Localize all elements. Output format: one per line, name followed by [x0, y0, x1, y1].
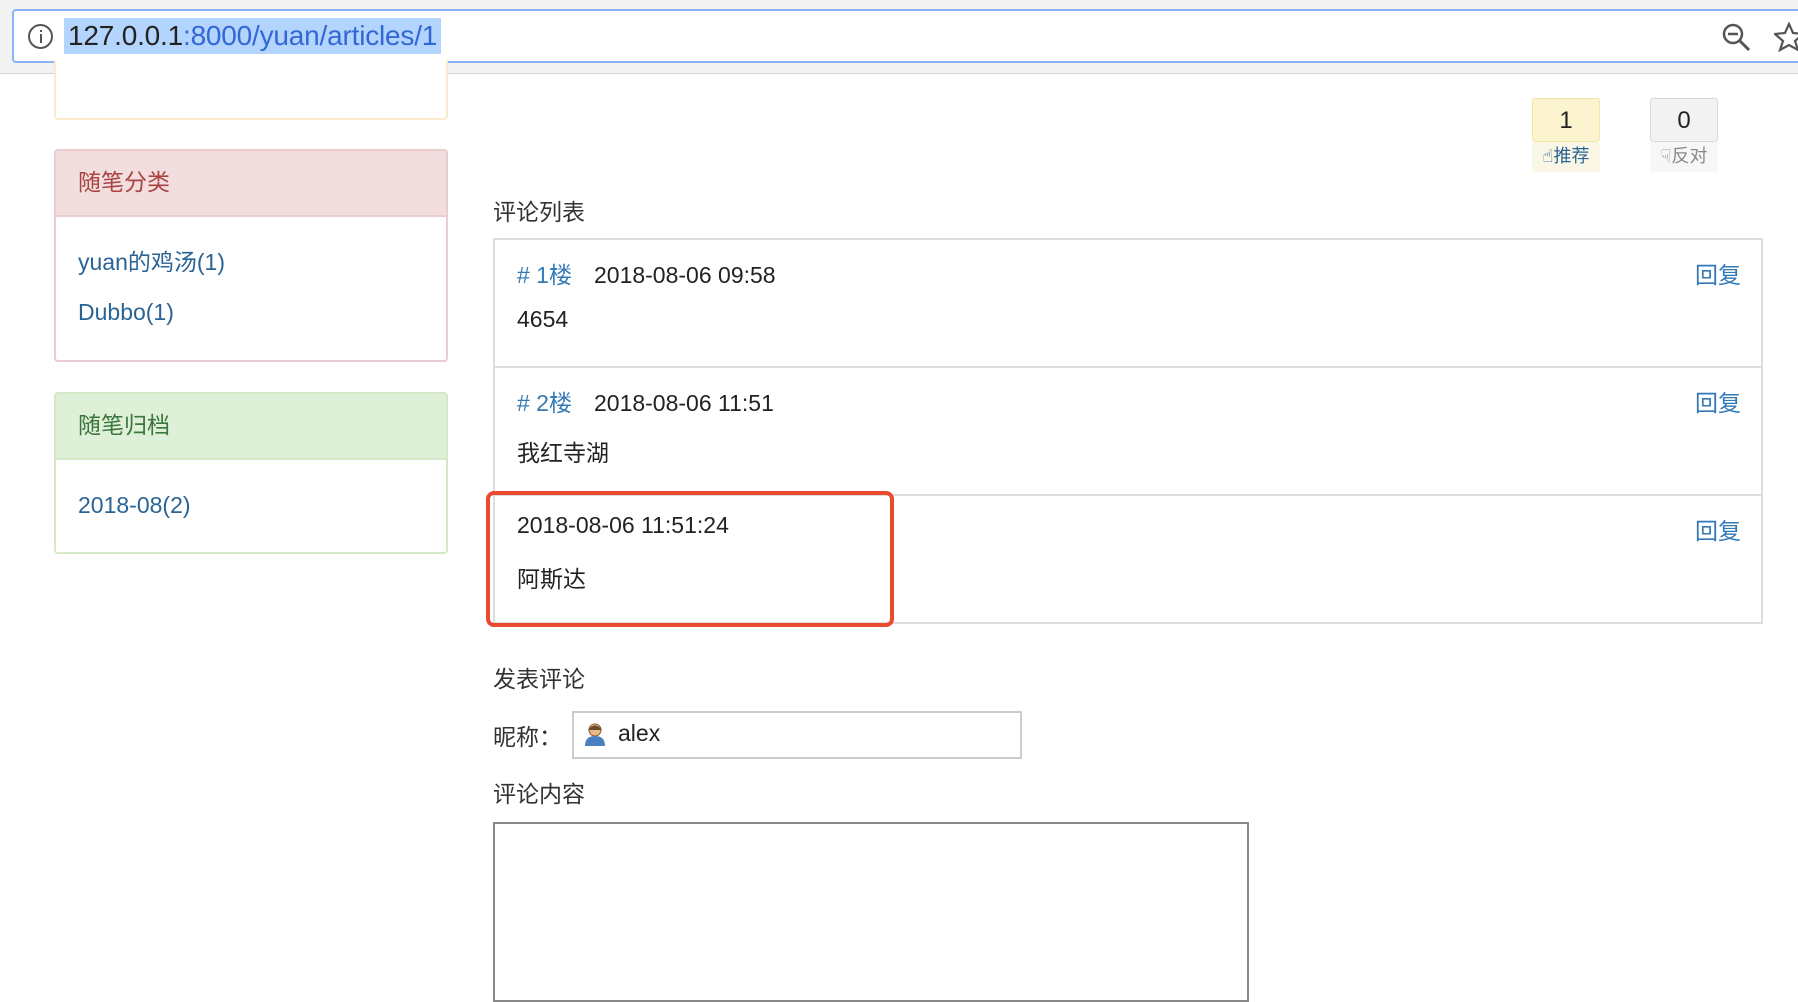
comment-time: 2018-08-06 11:51: [593, 390, 774, 416]
comment-item: 2018-08-06 11:51:24 回复 阿斯达: [493, 494, 1763, 624]
oppose-text: 反对: [1671, 146, 1708, 167]
info-icon[interactable]: [28, 24, 53, 49]
comment-time: 2018-08-06 11:51:24: [517, 512, 729, 538]
reply-button[interactable]: 回复: [1695, 512, 1741, 546]
category-panel: 随笔分类 yuan的鸡汤(1) Dubbo(1): [54, 149, 448, 362]
user-icon: [585, 723, 605, 746]
thumbs-down-icon: ☟: [1660, 146, 1672, 167]
archive-panel: 随笔归档 2018-08(2): [54, 392, 448, 554]
comment-floor[interactable]: # 2楼: [517, 390, 572, 416]
sidebar-panel-top: [54, 60, 448, 120]
nickname-value: alex: [618, 720, 661, 746]
reply-button[interactable]: 回复: [1695, 384, 1741, 418]
category-link-dubbo[interactable]: Dubbo(1): [78, 287, 424, 337]
comment-time: 2018-08-06 09:58: [593, 262, 776, 288]
comment-item: # 2楼 2018-08-06 11:51 回复 我红寺湖: [493, 366, 1763, 496]
oppose-label: ☟反对: [1650, 142, 1718, 172]
recommend-text: 推荐: [1553, 146, 1590, 167]
archive-link-2018-08[interactable]: 2018-08(2): [78, 480, 424, 530]
comment-item: # 1楼 2018-08-06 09:58 回复 4654: [493, 238, 1763, 368]
url-text[interactable]: 127.0.0.1:8000/yuan/articles/1: [64, 18, 442, 54]
post-comment-title: 发表评论: [493, 667, 585, 693]
comment-list: # 1楼 2018-08-06 09:58 回复 4654 # 2楼 2018-08…: [493, 238, 1763, 624]
thumbs-up-icon: ☝: [1542, 146, 1554, 167]
bookmark-star-icon[interactable]: [1774, 22, 1798, 52]
comment-content-label: 评论内容: [493, 782, 585, 808]
recommend-button[interactable]: 1 ☝推荐: [1532, 98, 1600, 172]
category-link-yuan[interactable]: yuan的鸡汤(1): [78, 237, 424, 287]
comment-floor[interactable]: # 1楼: [517, 262, 572, 288]
archive-panel-title: 随笔归档: [56, 394, 446, 460]
comment-text: 阿斯达: [517, 566, 586, 592]
oppose-button[interactable]: 0 ☟反对: [1650, 98, 1718, 172]
url-host: 127.0.0.1: [68, 20, 183, 51]
address-bar[interactable]: 127.0.0.1:8000/yuan/articles/1: [12, 9, 1798, 63]
zoom-icon[interactable]: [1721, 22, 1751, 52]
nickname-field[interactable]: alex: [572, 711, 1022, 759]
comment-text: 我红寺湖: [517, 440, 609, 466]
recommend-count: 1: [1532, 98, 1600, 142]
comment-text: 4654: [517, 306, 569, 332]
category-panel-title: 随笔分类: [56, 151, 446, 217]
comment-content-textarea[interactable]: [493, 822, 1249, 1002]
comment-list-title: 评论列表: [493, 200, 585, 226]
nickname-label: 昵称：: [493, 725, 562, 751]
url-path: :8000/yuan/articles/1: [182, 20, 438, 51]
reply-button[interactable]: 回复: [1695, 256, 1741, 290]
oppose-count: 0: [1650, 98, 1718, 142]
recommend-label: ☝推荐: [1532, 142, 1600, 172]
